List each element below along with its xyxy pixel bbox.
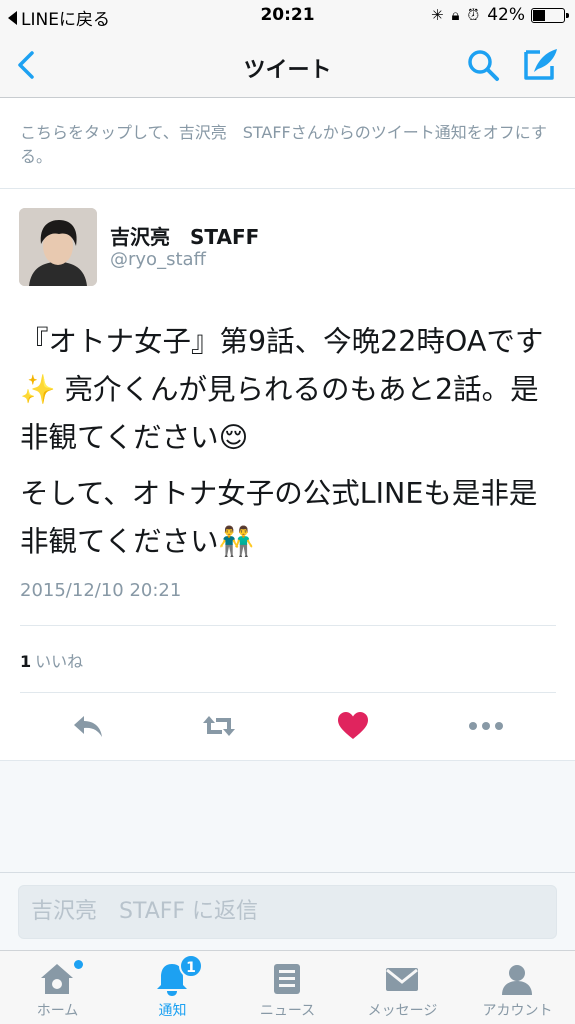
reply-input[interactable]: 吉沢亮 STAFF に返信 bbox=[18, 885, 557, 939]
author-handle[interactable]: @ryo_staff bbox=[110, 249, 206, 270]
envelope-icon bbox=[386, 968, 418, 991]
tab-label: ホーム bbox=[36, 1003, 79, 1019]
alarm-icon: ⏰︎ bbox=[467, 6, 480, 24]
tab-news[interactable]: ニュース bbox=[230, 951, 345, 1024]
like-count: 1 bbox=[20, 652, 32, 671]
author-name[interactable]: 吉沢亮 STAFF bbox=[110, 221, 259, 250]
avatar[interactable] bbox=[19, 208, 97, 286]
battery-fill bbox=[533, 9, 546, 21]
home-icon bbox=[41, 964, 73, 994]
battery-percent: 42% bbox=[487, 5, 525, 25]
home-new-content-dot bbox=[74, 960, 83, 969]
retweet-icon bbox=[203, 716, 235, 736]
compose-icon bbox=[524, 49, 557, 80]
battery-icon bbox=[531, 7, 569, 23]
search-icon bbox=[468, 50, 499, 81]
tweet-timestamp: 2015/12/10 20:21 bbox=[20, 580, 182, 601]
tab-account[interactable]: アカウント bbox=[460, 951, 575, 1024]
like-button[interactable] bbox=[335, 708, 371, 744]
tweet-paragraph-2: そして、オトナ女子の公式LINEも是非是非観てください👬 bbox=[20, 477, 538, 558]
tab-messages[interactable]: メッセージ bbox=[345, 951, 460, 1024]
tab-label: メッセージ bbox=[367, 1003, 438, 1019]
reply-bar: 吉沢亮 STAFF に返信 bbox=[0, 872, 575, 950]
rotation-lock-icon: 🔒︎ bbox=[451, 6, 460, 24]
tweet-text: 『オトナ女子』第9話、今晩22時OAです✨ 亮介くんが見られるのもあと2話。是非… bbox=[20, 318, 560, 566]
search-button[interactable] bbox=[466, 48, 500, 82]
navigation-bar: ツイート bbox=[0, 32, 575, 98]
tab-notifications[interactable]: 通知 bbox=[115, 951, 230, 1024]
tab-home[interactable]: ホーム bbox=[0, 951, 115, 1024]
tab-label: アカウント bbox=[482, 1003, 553, 1019]
reply-button[interactable] bbox=[70, 708, 106, 744]
tab-label: 通知 bbox=[158, 1003, 187, 1019]
tweet-paragraph-1: 『オトナ女子』第9話、今晩22時OAです✨ 亮介くんが見られるのもあと2話。是非… bbox=[20, 325, 544, 454]
notification-badge: 1 bbox=[179, 954, 203, 978]
empty-replies-area bbox=[0, 760, 575, 872]
status-right: ✳ 🔒︎ ⏰︎ 42% bbox=[430, 5, 569, 25]
like-count-row[interactable]: 1 いいね bbox=[20, 648, 83, 672]
person-icon bbox=[502, 965, 532, 995]
tab-bar: ホーム 通知 ニュース メッセージ アカウント bbox=[0, 950, 575, 1024]
profile-photo bbox=[19, 208, 97, 286]
divider bbox=[20, 625, 556, 626]
retweet-button[interactable] bbox=[200, 708, 238, 744]
news-icon bbox=[274, 964, 300, 994]
compose-tweet-button[interactable] bbox=[522, 46, 560, 82]
more-dots-icon bbox=[469, 722, 503, 730]
status-bar: LINEに戻る 20:21 ✳ 🔒︎ ⏰︎ 42% bbox=[0, 0, 575, 32]
activity-spinner-icon: ✳ bbox=[430, 6, 444, 24]
tab-label: ニュース bbox=[259, 1003, 316, 1019]
divider bbox=[20, 692, 556, 693]
notification-toggle-notice[interactable]: こちらをタップして、吉沢亮 STAFFさんからのツイート通知をオフにする。 bbox=[0, 99, 575, 189]
heart-icon bbox=[338, 712, 368, 739]
like-label: いいね bbox=[35, 652, 84, 671]
reply-icon bbox=[74, 716, 102, 737]
more-options-button[interactable] bbox=[466, 708, 506, 744]
